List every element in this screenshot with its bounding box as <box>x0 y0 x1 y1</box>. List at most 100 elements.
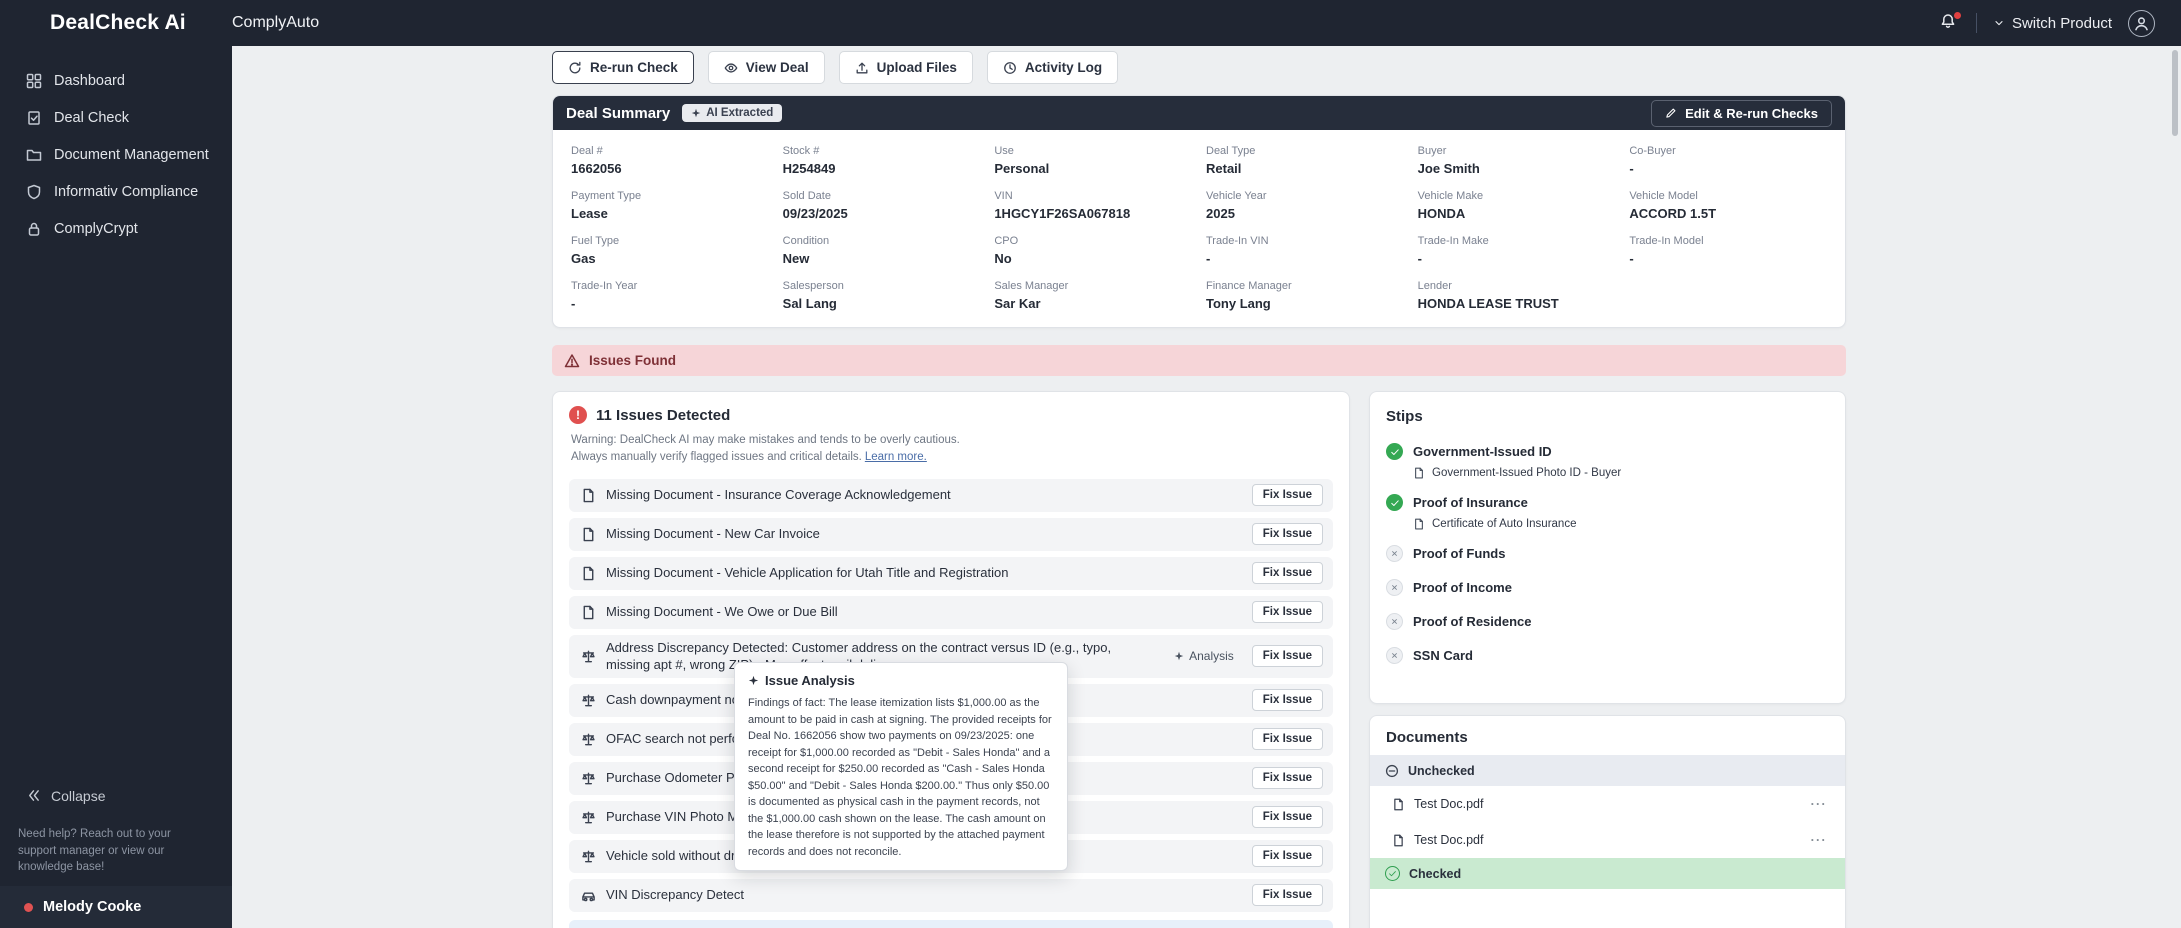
issues-warning-text: Warning: DealCheck AI may make mistakes … <box>571 432 1333 467</box>
scales-icon <box>581 649 596 664</box>
fix-issue-button[interactable]: Fix Issue <box>1251 689 1323 712</box>
stip-document-link[interactable]: Government-Issued Photo ID - Buyer <box>1413 467 1829 479</box>
switch-product-label: Switch Product <box>2011 14 2112 32</box>
file-name: Test Doc.pdf <box>1414 833 1484 847</box>
field-label: Salesperson <box>782 280 844 292</box>
summary-field: Deal # 1662056 <box>571 145 769 176</box>
issue-text: OFAC search not perfor <box>606 731 744 747</box>
view-deal-button[interactable]: View Deal <box>707 51 825 84</box>
sidebar-item-complycrypt[interactable]: ComplyCrypt <box>0 210 232 247</box>
warning-line-1: Warning: DealCheck AI may make mistakes … <box>571 434 960 446</box>
fix-issue-button[interactable]: Fix Issue <box>1251 845 1323 868</box>
analysis-label: Analysis <box>1189 649 1234 664</box>
re-run-check-button[interactable]: Re-run Check <box>552 51 694 84</box>
stips-list: Government-Issued ID Government-Issued Ph… <box>1386 443 1829 681</box>
summary-field: Salesperson Sal Lang <box>783 280 981 311</box>
scales-icon <box>581 810 596 825</box>
user-menu[interactable]: Melody Cooke <box>0 886 232 928</box>
scales-icon <box>581 732 596 747</box>
document-icon <box>581 566 596 581</box>
checked-group-header[interactable]: Checked <box>1370 858 1845 889</box>
switch-product-button[interactable]: Switch Product <box>1993 15 2112 32</box>
issue-text: Missing Document - We Owe or Due Bill <box>606 604 838 620</box>
stip-label: Proof of Residence <box>1413 614 1532 629</box>
sparkle-icon <box>748 675 759 686</box>
summary-field: Trade-In Year - <box>571 280 769 311</box>
unchecked-group-header[interactable]: Unchecked <box>1370 755 1845 786</box>
ai-extracted-label: AI Extracted <box>706 107 774 119</box>
fix-issue-button[interactable]: Fix Issue <box>1251 645 1323 668</box>
mitigated-bar[interactable]: 2 Issues Mitigated <box>569 920 1333 928</box>
pencil-icon <box>1665 107 1677 119</box>
sidebar-item-document-management[interactable]: Document Management <box>0 136 232 173</box>
fix-issue-button[interactable]: Fix Issue <box>1251 523 1323 545</box>
sidebar-item-deal-check[interactable]: Deal Check <box>0 99 232 136</box>
deal-summary-header: Deal Summary AI Extracted Edit & Re-run … <box>553 96 1845 130</box>
fix-issue-button[interactable]: Fix Issue <box>1251 806 1323 829</box>
edit-rerun-checks-button[interactable]: Edit & Re-run Checks <box>1651 99 1832 127</box>
stip-document-link[interactable]: Certificate of Auto Insurance <box>1413 518 1829 530</box>
edit-rerun-checks-label: Edit & Re-run Checks <box>1685 105 1818 121</box>
notification-badge <box>1952 11 1962 20</box>
sidebar-item-dashboard[interactable]: Dashboard <box>0 62 232 99</box>
issue-text: Purchase Odometer Pho <box>606 770 750 786</box>
field-label: Deal # <box>571 145 603 157</box>
upload-files-button[interactable]: Upload Files <box>838 51 973 84</box>
summary-field: Vehicle Make HONDA <box>1418 190 1616 221</box>
sparkle-icon <box>691 108 701 118</box>
analysis-link[interactable]: Analysis <box>1174 649 1234 663</box>
field-value: Joe Smith <box>1417 161 1480 176</box>
document-icon <box>1413 518 1425 530</box>
document-icon <box>1413 467 1425 479</box>
user-avatar[interactable] <box>2128 9 2155 37</box>
file-options-button[interactable]: ... <box>1811 830 1827 844</box>
field-value: New <box>782 251 810 266</box>
sidebar-item-label: Informativ Compliance <box>54 183 199 200</box>
upload-icon <box>855 61 869 75</box>
file-options-button[interactable]: ... <box>1811 794 1827 808</box>
stips-title: Stips <box>1386 408 1423 425</box>
field-value: 1662056 <box>571 161 622 176</box>
fix-issue-button[interactable]: Fix Issue <box>1251 484 1323 506</box>
document-icon <box>1392 798 1405 811</box>
document-icon <box>1392 834 1405 847</box>
document-file-row[interactable]: Test Doc.pdf... <box>1370 786 1845 822</box>
issue-text: Missing Document - New Car Invoice <box>606 526 820 542</box>
summary-field: VIN 1HGCY1F26SA067818 <box>994 190 1192 221</box>
product-name: ComplyAuto <box>232 14 320 31</box>
fix-issue-button[interactable]: Fix Issue <box>1251 884 1323 907</box>
stip-document-name: Certificate of Auto Insurance <box>1432 518 1577 530</box>
summary-field: Co-Buyer - <box>1629 145 1827 176</box>
scrollbar-thumb[interactable] <box>2172 50 2178 136</box>
learn-more-link[interactable]: Learn more. <box>865 451 927 463</box>
fix-issue-button[interactable]: Fix Issue <box>1251 767 1323 790</box>
field-label: Trade-In VIN <box>1206 235 1269 247</box>
check-circle-icon <box>1386 494 1403 511</box>
sidebar-item-informativ-compliance[interactable]: Informativ Compliance <box>0 173 232 210</box>
document-file-row[interactable]: Test Doc.pdf... <box>1370 822 1845 858</box>
summary-field: Trade-In Model - <box>1629 235 1827 266</box>
notifications-button[interactable] <box>1940 11 1962 33</box>
stip-item: Proof of Funds <box>1386 545 1829 562</box>
stip-label: Government-Issued ID <box>1413 444 1552 459</box>
check-circle-icon <box>1385 866 1400 881</box>
issue-row: Missing Document - Vehicle Application f… <box>569 556 1333 590</box>
chevron-down-icon <box>1993 17 2005 29</box>
field-value: 09/23/2025 <box>782 206 848 221</box>
collapse-button[interactable]: Collapse <box>0 778 232 814</box>
fix-issue-button[interactable]: Fix Issue <box>1251 562 1323 584</box>
stip-label: Proof of Insurance <box>1413 495 1528 510</box>
field-label: Co-Buyer <box>1629 145 1676 157</box>
toolbar-button-label: Activity Log <box>1024 60 1103 75</box>
activity-log-button[interactable]: Activity Log <box>986 51 1119 84</box>
field-label: Vehicle Year <box>1206 190 1267 202</box>
issues-header: ! 11 Issues Detected <box>569 406 1333 424</box>
field-label: Vehicle Model <box>1629 190 1698 202</box>
issues-title: 11 Issues Detected <box>596 406 731 424</box>
stip-item: Proof of Insurance <box>1386 494 1829 511</box>
car-icon <box>581 888 596 903</box>
fix-issue-button[interactable]: Fix Issue <box>1251 601 1323 623</box>
summary-field: Trade-In Make - <box>1418 235 1616 266</box>
fix-issue-button[interactable]: Fix Issue <box>1251 728 1323 751</box>
dashboard-icon <box>26 73 42 89</box>
